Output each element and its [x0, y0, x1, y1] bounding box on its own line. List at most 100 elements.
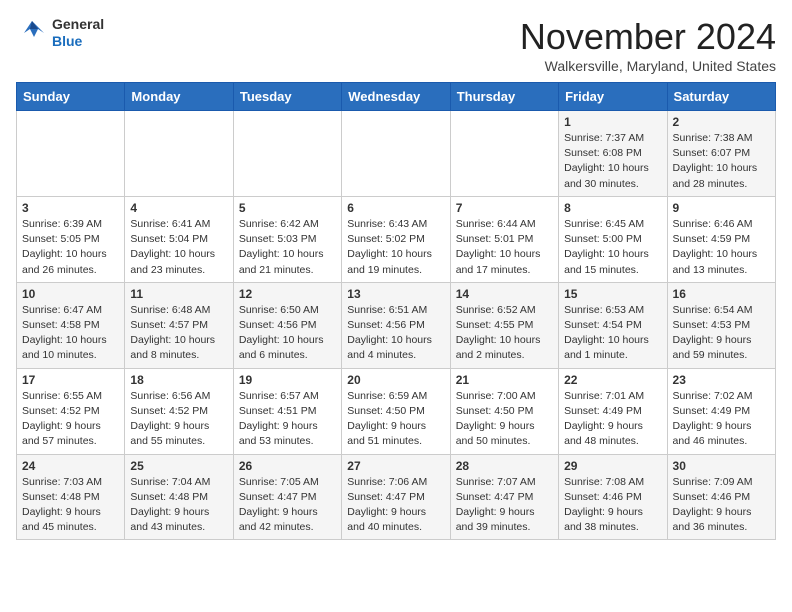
day-number: 3: [22, 201, 119, 215]
day-info: Sunrise: 6:51 AM Sunset: 4:56 PM Dayligh…: [347, 303, 444, 364]
calendar-cell: 19 Sunrise: 6:57 AM Sunset: 4:51 PM Dayli…: [233, 368, 341, 454]
column-header-thursday: Thursday: [450, 83, 558, 111]
calendar-cell: 2Sunrise: 7:38 AM Sunset: 6:07 PM Daylig…: [667, 111, 775, 197]
day-number: 28: [456, 459, 553, 473]
calendar-week-row: 24 Sunrise: 7:03 AM Sunset: 4:48 PM Dayli…: [17, 454, 776, 540]
day-info: Sunrise: 7:01 AM Sunset: 4:49 PM Dayligh…: [564, 389, 661, 450]
column-header-tuesday: Tuesday: [233, 83, 341, 111]
day-number: 14: [456, 287, 553, 301]
calendar-cell: [17, 111, 125, 197]
calendar-week-row: 1 Sunrise: 7:37 AM Sunset: 6:08 PM Daylig…: [17, 111, 776, 197]
day-number: 23: [673, 373, 770, 387]
calendar-cell: 20 Sunrise: 6:59 AM Sunset: 4:50 PM Dayli…: [342, 368, 450, 454]
day-info: Sunrise: 6:41 AM Sunset: 5:04 PM Dayligh…: [130, 217, 227, 278]
calendar-cell: 23 Sunrise: 7:02 AM Sunset: 4:49 PM Dayli…: [667, 368, 775, 454]
day-number: 16: [673, 287, 770, 301]
calendar-cell: 12Sunrise: 6:50 AM Sunset: 4:56 PM Dayli…: [233, 282, 341, 368]
day-number: 18: [130, 373, 227, 387]
column-header-saturday: Saturday: [667, 83, 775, 111]
calendar-cell: [342, 111, 450, 197]
day-info: Sunrise: 6:50 AM Sunset: 4:56 PM Dayligh…: [239, 303, 336, 364]
day-number: 10: [22, 287, 119, 301]
calendar-cell: [125, 111, 233, 197]
calendar-cell: 5Sunrise: 6:42 AM Sunset: 5:03 PM Daylig…: [233, 196, 341, 282]
day-number: 27: [347, 459, 444, 473]
day-info: Sunrise: 6:57 AM Sunset: 4:51 PM Dayligh…: [239, 389, 336, 450]
day-info: Sunrise: 6:39 AM Sunset: 5:05 PM Dayligh…: [22, 217, 119, 278]
day-info: Sunrise: 6:47 AM Sunset: 4:58 PM Dayligh…: [22, 303, 119, 364]
day-number: 11: [130, 287, 227, 301]
calendar-cell: 26Sunrise: 7:05 AM Sunset: 4:47 PM Dayli…: [233, 454, 341, 540]
logo-text: General Blue: [52, 16, 104, 50]
day-info: Sunrise: 7:00 AM Sunset: 4:50 PM Dayligh…: [456, 389, 553, 450]
day-number: 9: [673, 201, 770, 215]
calendar-cell: 14 Sunrise: 6:52 AM Sunset: 4:55 PM Dayli…: [450, 282, 558, 368]
day-number: 1: [564, 115, 661, 129]
day-info: Sunrise: 6:53 AM Sunset: 4:54 PM Dayligh…: [564, 303, 661, 364]
day-info: Sunrise: 6:59 AM Sunset: 4:50 PM Dayligh…: [347, 389, 444, 450]
logo: General Blue: [16, 16, 104, 50]
day-info: Sunrise: 7:03 AM Sunset: 4:48 PM Dayligh…: [22, 475, 119, 536]
day-info: Sunrise: 7:02 AM Sunset: 4:49 PM Dayligh…: [673, 389, 770, 450]
calendar-cell: 10 Sunrise: 6:47 AM Sunset: 4:58 PM Dayli…: [17, 282, 125, 368]
calendar-cell: 21 Sunrise: 7:00 AM Sunset: 4:50 PM Dayli…: [450, 368, 558, 454]
calendar-cell: 9 Sunrise: 6:46 AM Sunset: 4:59 PM Daylig…: [667, 196, 775, 282]
day-info: Sunrise: 6:48 AM Sunset: 4:57 PM Dayligh…: [130, 303, 227, 364]
day-number: 6: [347, 201, 444, 215]
page-header: General Blue November 2024 Walkersville,…: [16, 16, 776, 74]
day-number: 2: [673, 115, 770, 129]
day-number: 20: [347, 373, 444, 387]
day-number: 7: [456, 201, 553, 215]
day-info: Sunrise: 6:44 AM Sunset: 5:01 PM Dayligh…: [456, 217, 553, 278]
day-number: 25: [130, 459, 227, 473]
day-info: Sunrise: 6:55 AM Sunset: 4:52 PM Dayligh…: [22, 389, 119, 450]
calendar-cell: 15 Sunrise: 6:53 AM Sunset: 4:54 PM Dayli…: [559, 282, 667, 368]
day-info: Sunrise: 7:04 AM Sunset: 4:48 PM Dayligh…: [130, 475, 227, 536]
day-number: 19: [239, 373, 336, 387]
column-header-sunday: Sunday: [17, 83, 125, 111]
calendar-week-row: 17 Sunrise: 6:55 AM Sunset: 4:52 PM Dayli…: [17, 368, 776, 454]
day-number: 17: [22, 373, 119, 387]
calendar-cell: 13 Sunrise: 6:51 AM Sunset: 4:56 PM Dayli…: [342, 282, 450, 368]
calendar-cell: [450, 111, 558, 197]
calendar-cell: 8Sunrise: 6:45 AM Sunset: 5:00 PM Daylig…: [559, 196, 667, 282]
column-header-wednesday: Wednesday: [342, 83, 450, 111]
calendar-cell: 18 Sunrise: 6:56 AM Sunset: 4:52 PM Dayli…: [125, 368, 233, 454]
day-number: 22: [564, 373, 661, 387]
calendar-cell: 25 Sunrise: 7:04 AM Sunset: 4:48 PM Dayli…: [125, 454, 233, 540]
day-info: Sunrise: 7:07 AM Sunset: 4:47 PM Dayligh…: [456, 475, 553, 536]
calendar-cell: 17 Sunrise: 6:55 AM Sunset: 4:52 PM Dayli…: [17, 368, 125, 454]
day-number: 29: [564, 459, 661, 473]
calendar-cell: 29Sunrise: 7:08 AM Sunset: 4:46 PM Dayli…: [559, 454, 667, 540]
calendar-cell: 30Sunrise: 7:09 AM Sunset: 4:46 PM Dayli…: [667, 454, 775, 540]
day-number: 26: [239, 459, 336, 473]
logo-bird-icon: [16, 19, 48, 47]
column-header-monday: Monday: [125, 83, 233, 111]
day-number: 4: [130, 201, 227, 215]
location-subtitle: Walkersville, Maryland, United States: [520, 58, 776, 74]
calendar-cell: 24 Sunrise: 7:03 AM Sunset: 4:48 PM Dayli…: [17, 454, 125, 540]
title-block: November 2024 Walkersville, Maryland, Un…: [520, 16, 776, 74]
day-info: Sunrise: 6:56 AM Sunset: 4:52 PM Dayligh…: [130, 389, 227, 450]
calendar-cell: 28 Sunrise: 7:07 AM Sunset: 4:47 PM Dayli…: [450, 454, 558, 540]
day-number: 15: [564, 287, 661, 301]
day-info: Sunrise: 7:06 AM Sunset: 4:47 PM Dayligh…: [347, 475, 444, 536]
day-number: 30: [673, 459, 770, 473]
day-number: 21: [456, 373, 553, 387]
calendar-cell: 4 Sunrise: 6:41 AM Sunset: 5:04 PM Daylig…: [125, 196, 233, 282]
day-info: Sunrise: 7:37 AM Sunset: 6:08 PM Dayligh…: [564, 131, 661, 192]
calendar-week-row: 10 Sunrise: 6:47 AM Sunset: 4:58 PM Dayli…: [17, 282, 776, 368]
day-info: Sunrise: 6:54 AM Sunset: 4:53 PM Dayligh…: [673, 303, 770, 364]
calendar-cell: [233, 111, 341, 197]
calendar-cell: 11 Sunrise: 6:48 AM Sunset: 4:57 PM Dayli…: [125, 282, 233, 368]
day-number: 24: [22, 459, 119, 473]
day-info: Sunrise: 6:43 AM Sunset: 5:02 PM Dayligh…: [347, 217, 444, 278]
calendar-cell: 7 Sunrise: 6:44 AM Sunset: 5:01 PM Daylig…: [450, 196, 558, 282]
day-info: Sunrise: 6:46 AM Sunset: 4:59 PM Dayligh…: [673, 217, 770, 278]
calendar-cell: 27 Sunrise: 7:06 AM Sunset: 4:47 PM Dayli…: [342, 454, 450, 540]
day-info: Sunrise: 6:45 AM Sunset: 5:00 PM Dayligh…: [564, 217, 661, 278]
calendar-cell: 6 Sunrise: 6:43 AM Sunset: 5:02 PM Daylig…: [342, 196, 450, 282]
day-info: Sunrise: 6:52 AM Sunset: 4:55 PM Dayligh…: [456, 303, 553, 364]
day-number: 5: [239, 201, 336, 215]
day-number: 13: [347, 287, 444, 301]
